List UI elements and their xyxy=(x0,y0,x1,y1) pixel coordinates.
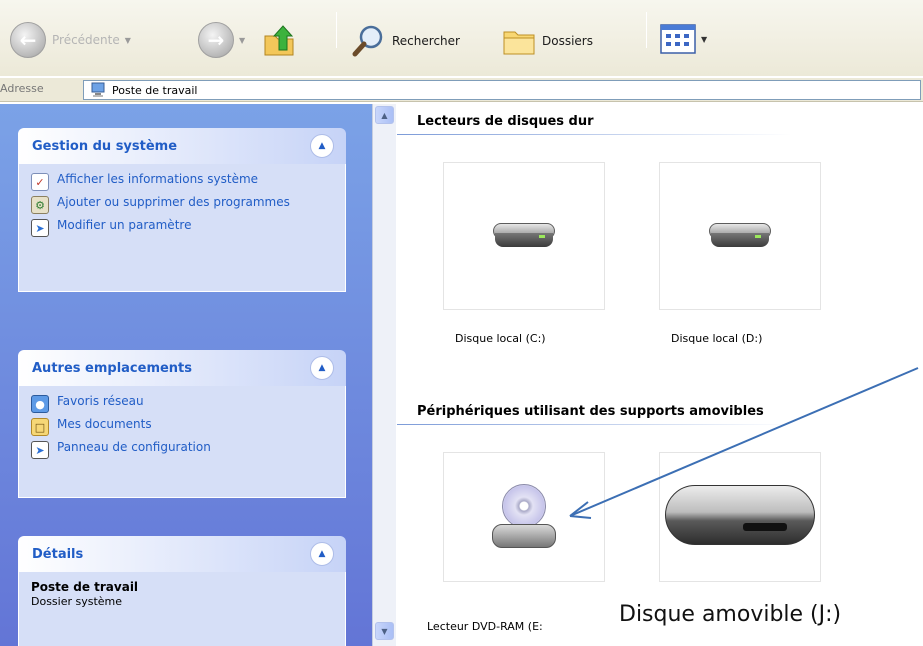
task-label: Ajouter ou supprimer des programmes xyxy=(57,195,290,209)
other-places-header[interactable]: Autres emplacements ▲ xyxy=(18,350,346,386)
forward-history-dropdown-icon[interactable]: ▼ xyxy=(239,36,245,45)
place-label: Panneau de configuration xyxy=(57,440,211,454)
place-control-panel[interactable]: ➤ Panneau de configuration xyxy=(31,440,335,459)
toolbar-separator xyxy=(646,12,647,48)
task-add-remove-programs[interactable]: ⚙ Ajouter ou supprimer des programmes xyxy=(31,195,335,214)
system-tasks-body: ✓ Afficher les informations système ⚙ Aj… xyxy=(18,164,346,292)
hard-disk-icon xyxy=(493,223,555,249)
removable-disk-tile[interactable] xyxy=(659,452,821,582)
system-info-icon: ✓ xyxy=(31,173,49,191)
views-button[interactable]: ▼ xyxy=(660,24,707,54)
removable-group-title: Périphériques utilisant des supports amo… xyxy=(417,404,764,419)
back-label: Précédente xyxy=(52,33,120,47)
search-button[interactable]: Rechercher xyxy=(352,24,460,58)
collapse-chevron-icon[interactable]: ▲ xyxy=(310,134,334,158)
up-folder-button[interactable] xyxy=(262,24,296,58)
details-body: Poste de travail Dossier système xyxy=(18,572,346,646)
toolbar-separator xyxy=(336,12,337,48)
removable-disk-icon xyxy=(665,475,815,559)
my-computer-icon xyxy=(91,82,105,97)
details-name: Poste de travail xyxy=(31,580,139,594)
address-value: Poste de travail xyxy=(112,83,198,97)
details-type: Dossier système xyxy=(31,595,123,608)
group-divider xyxy=(397,134,923,135)
scroll-down-icon[interactable]: ▼ xyxy=(375,622,394,640)
views-grid-icon xyxy=(660,24,696,54)
task-change-setting[interactable]: ➤ Modifier un paramètre xyxy=(31,218,335,237)
add-remove-programs-icon: ⚙ xyxy=(31,196,49,214)
hard-drives-group-title: Lecteurs de disques dur xyxy=(417,114,594,129)
back-history-dropdown-icon[interactable]: ▼ xyxy=(125,36,131,45)
system-tasks-title: Gestion du système xyxy=(32,138,178,154)
up-folder-icon xyxy=(264,25,294,56)
back-button[interactable]: ← Précédente ▼ xyxy=(10,22,131,58)
my-documents-icon: □ xyxy=(31,418,49,436)
place-label: Mes documents xyxy=(57,417,152,431)
details-title: Détails xyxy=(32,546,84,562)
task-label: Modifier un paramètre xyxy=(57,218,192,232)
group-divider xyxy=(397,424,923,425)
control-panel-icon: ➤ xyxy=(31,441,49,459)
other-places-title: Autres emplacements xyxy=(32,360,193,376)
system-tasks-header[interactable]: Gestion du système ▲ xyxy=(18,128,346,164)
folders-button[interactable]: Dossiers xyxy=(502,26,593,56)
toolbar: ← Précédente ▼ → ▼ Rechercher Dossiers ▼ xyxy=(0,0,923,76)
other-places-panel: Autres emplacements ▲ ● Favoris réseau □… xyxy=(18,350,346,498)
collapse-chevron-icon[interactable]: ▲ xyxy=(310,542,334,566)
drive-c-label[interactable]: Disque local (C:) xyxy=(455,332,546,345)
forward-arrow-icon: → xyxy=(198,22,234,58)
place-label: Favoris réseau xyxy=(57,394,144,408)
task-label: Afficher les informations système xyxy=(57,172,259,186)
address-bar: Adresse Poste de travail xyxy=(0,78,923,102)
forward-button[interactable]: → ▼ xyxy=(198,22,245,58)
task-pane: Gestion du système ▲ ✓ Afficher les info… xyxy=(0,104,372,646)
content-area: Lecteurs de disques dur Disque local (C:… xyxy=(397,104,923,646)
place-my-documents[interactable]: □ Mes documents xyxy=(31,417,335,436)
scroll-up-icon[interactable]: ▲ xyxy=(375,106,394,124)
search-icon xyxy=(352,25,383,57)
dvd-drive-label[interactable]: Lecteur DVD-RAM (E: xyxy=(427,620,543,633)
control-panel-icon: ➤ xyxy=(31,219,49,237)
drive-c-tile[interactable] xyxy=(443,162,605,310)
search-label: Rechercher xyxy=(392,34,460,48)
folders-icon xyxy=(503,31,535,55)
address-input[interactable]: Poste de travail xyxy=(83,80,921,100)
dvd-drive-tile[interactable] xyxy=(443,452,605,582)
details-panel: Détails ▲ Poste de travail Dossier systè… xyxy=(18,536,346,646)
address-label: Adresse xyxy=(0,82,44,95)
place-network[interactable]: ● Favoris réseau xyxy=(31,394,335,413)
views-dropdown-icon[interactable]: ▼ xyxy=(701,35,707,44)
folders-label: Dossiers xyxy=(542,34,593,48)
hard-disk-icon xyxy=(709,223,771,249)
drive-d-label[interactable]: Disque local (D:) xyxy=(671,332,762,345)
collapse-chevron-icon[interactable]: ▲ xyxy=(310,356,334,380)
network-places-icon: ● xyxy=(31,395,49,413)
drive-d-tile[interactable] xyxy=(659,162,821,310)
other-places-body: ● Favoris réseau □ Mes documents ➤ Panne… xyxy=(18,386,346,498)
dvd-drive-icon xyxy=(492,484,556,550)
back-arrow-icon: ← xyxy=(10,22,46,58)
details-header[interactable]: Détails ▲ xyxy=(18,536,346,572)
task-pane-scrollbar[interactable]: ▲ ▼ xyxy=(372,104,396,646)
task-view-system-info[interactable]: ✓ Afficher les informations système xyxy=(31,172,335,191)
removable-disk-label[interactable]: Disque amovible (J:) xyxy=(619,602,841,627)
system-tasks-panel: Gestion du système ▲ ✓ Afficher les info… xyxy=(18,128,346,292)
